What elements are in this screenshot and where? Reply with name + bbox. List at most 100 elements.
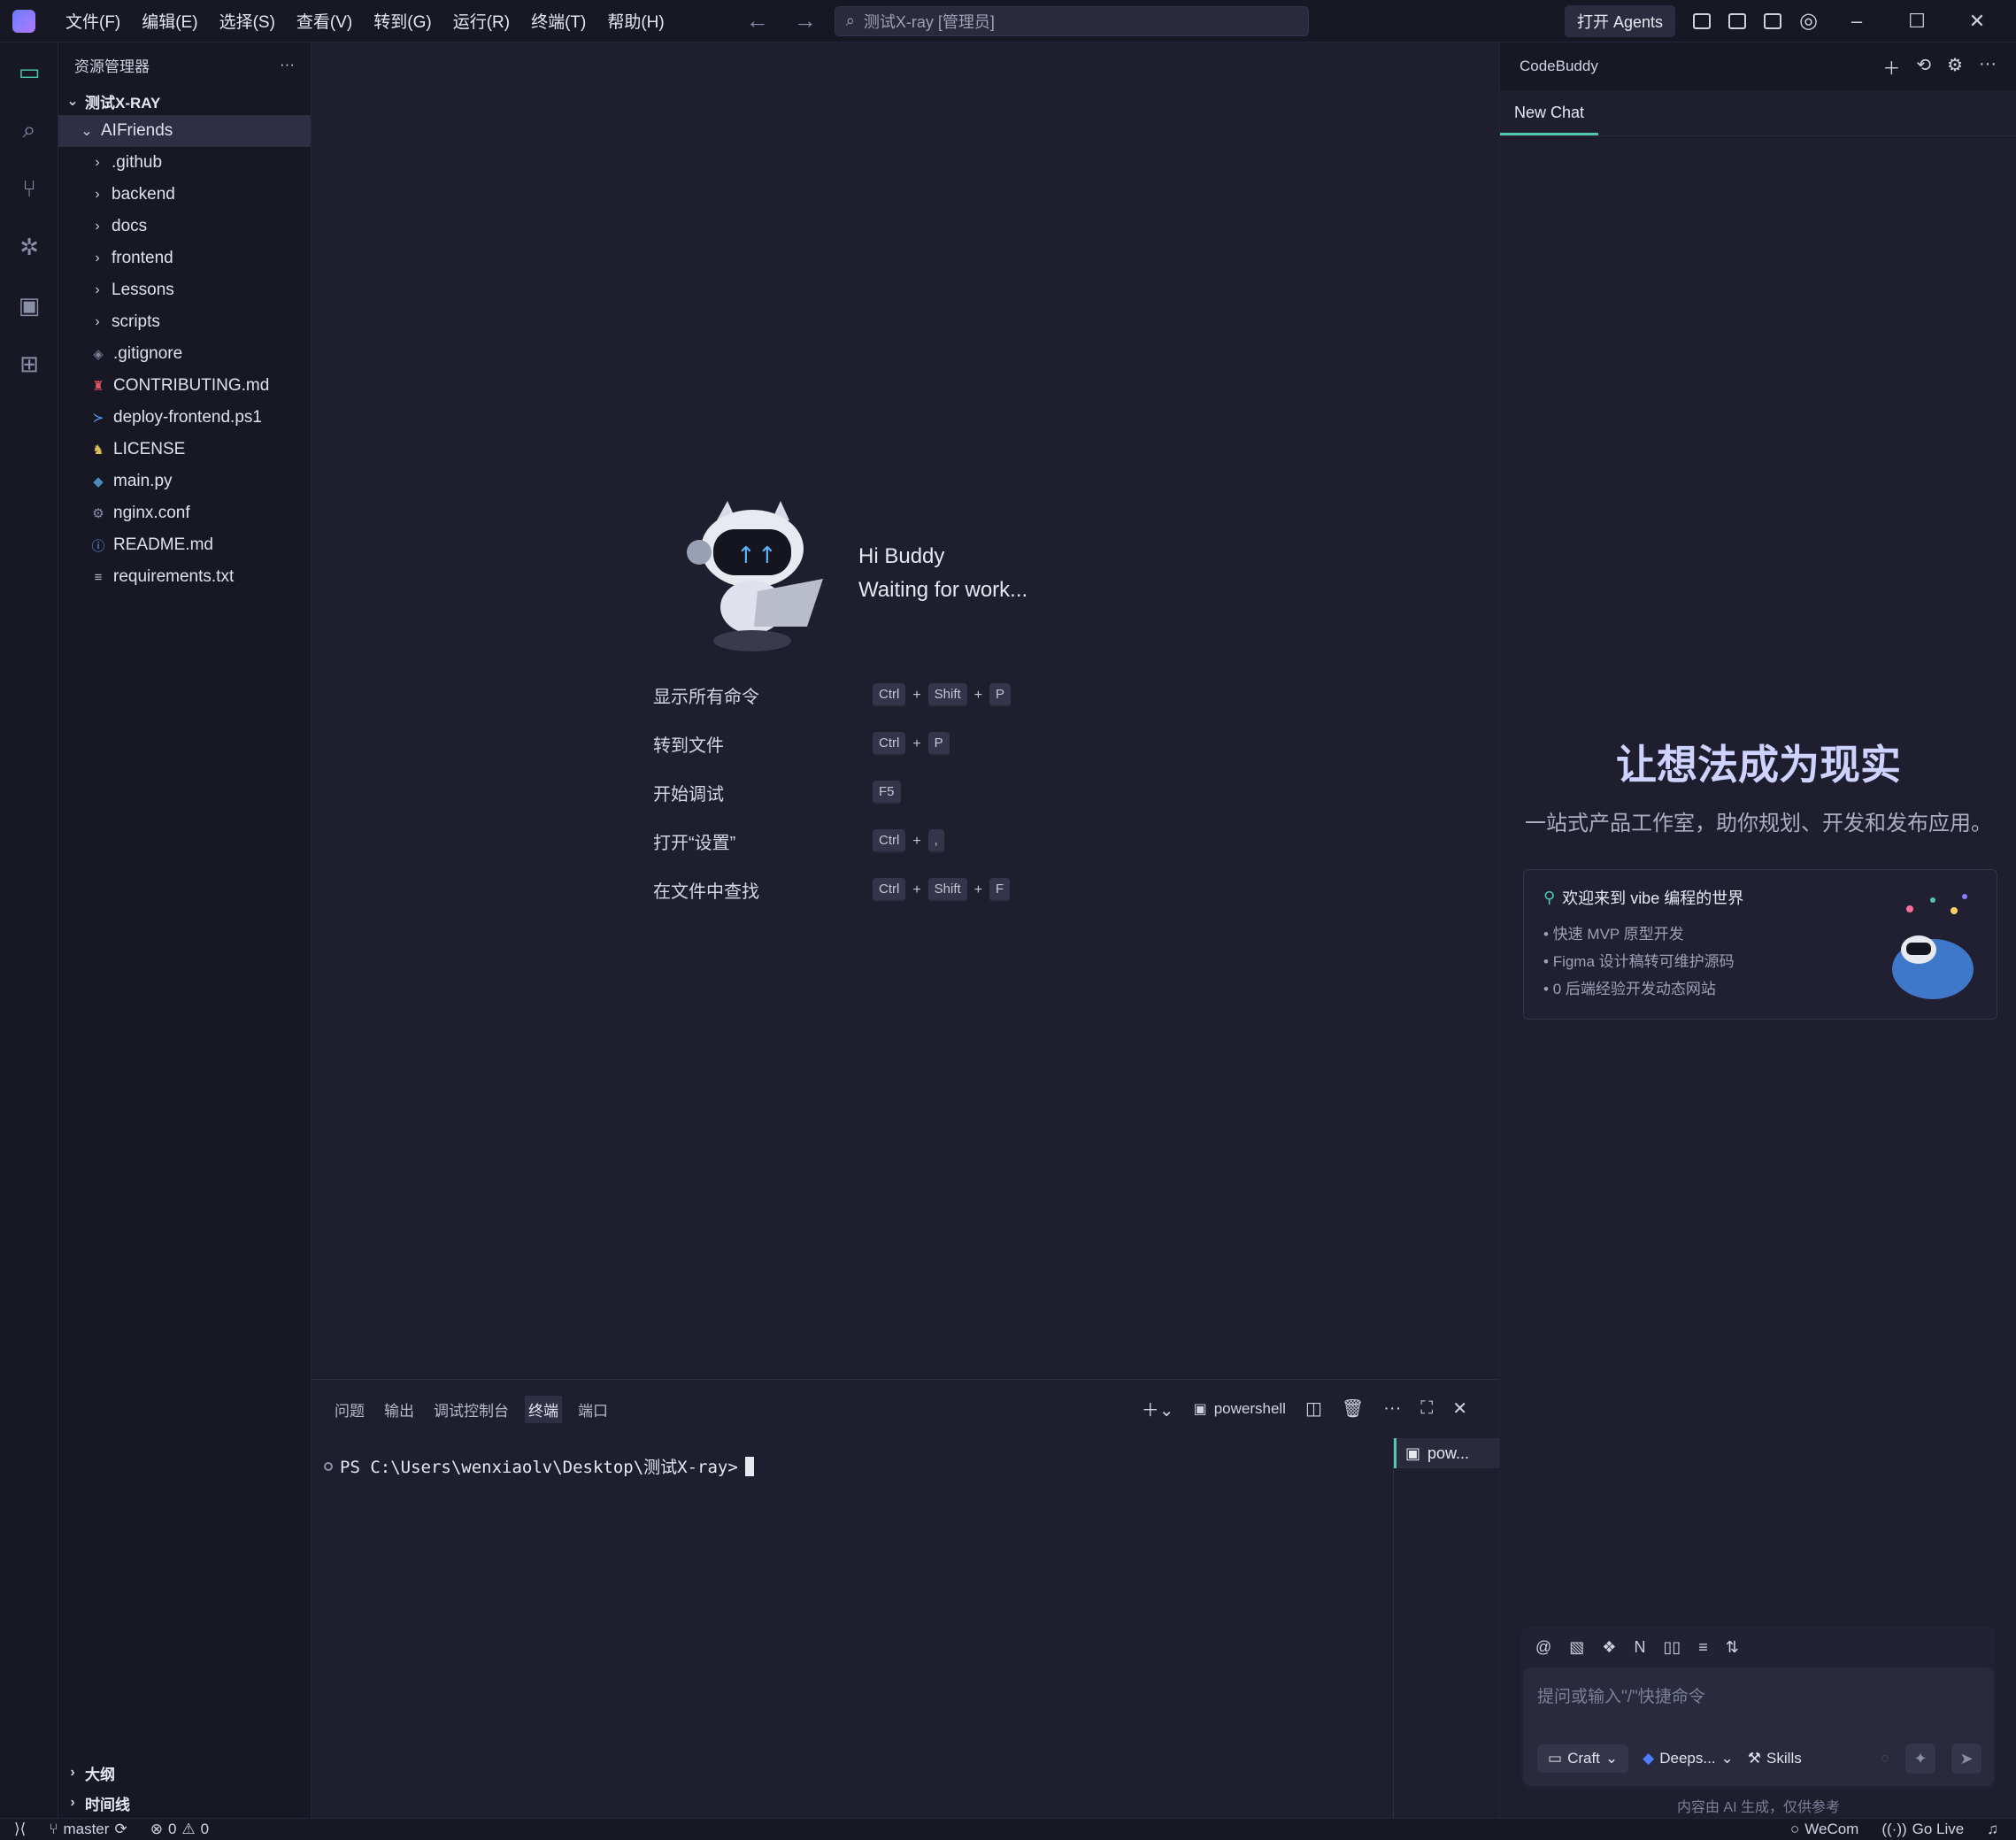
- close-window-icon[interactable]: ✕: [1956, 10, 1998, 33]
- shortcut-row[interactable]: 开始调试 F5: [653, 768, 1149, 817]
- shortcut-label: 在文件中查找: [653, 882, 759, 902]
- vibe-welcome-card[interactable]: ⚲ 欢迎来到 vibe 编程的世界 • 快速 MVP 原型开发 • Figma …: [1523, 869, 1997, 1020]
- menu-selection[interactable]: 选择(S): [209, 9, 286, 33]
- more-actions-icon[interactable]: ···: [1979, 54, 1997, 80]
- tree-folder[interactable]: › backend: [58, 179, 311, 211]
- panel-tab[interactable]: 调试控制台: [430, 1396, 512, 1423]
- more-actions-icon[interactable]: ···: [1383, 1398, 1401, 1419]
- problems-status[interactable]: ⊗ 0 ⚠ 0: [150, 1821, 209, 1838]
- tree-file[interactable]: ◈ .gitignore: [58, 338, 311, 370]
- extensions-icon[interactable]: ⊞: [0, 335, 58, 393]
- shell-name[interactable]: powershell: [1214, 1400, 1286, 1418]
- open-agents-button[interactable]: 打开 Agents: [1565, 4, 1676, 37]
- menu-edit[interactable]: 编辑(E): [131, 9, 208, 33]
- panel-tab[interactable]: 问题: [331, 1396, 368, 1423]
- history-icon[interactable]: ⟲: [1916, 54, 1931, 80]
- more-actions-icon[interactable]: ···: [280, 56, 295, 73]
- settings-gear-icon[interactable]: ⚙: [1947, 54, 1963, 80]
- toggle-sidebar-icon[interactable]: [1693, 12, 1712, 29]
- new-chat-icon[interactable]: ＋: [1882, 54, 1900, 80]
- explorer-header: 资源管理器 ···: [58, 42, 311, 87]
- branch-status[interactable]: ⑂ master ⟳: [49, 1821, 127, 1838]
- menu-help[interactable]: 帮助(H): [596, 9, 674, 33]
- terminal-tab[interactable]: ▣ pow...: [1394, 1438, 1499, 1468]
- kill-terminal-icon[interactable]: 🗑: [1342, 1397, 1364, 1420]
- minimize-icon[interactable]: –: [1835, 10, 1878, 33]
- menu-terminal[interactable]: 终端(T): [520, 9, 596, 33]
- tree-file[interactable]: ≡ requirements.txt: [58, 561, 311, 593]
- timeline-section[interactable]: › 时间线: [58, 1788, 312, 1818]
- tree-item-label: AIFriends: [101, 121, 173, 140]
- back-arrow-icon[interactable]: ←: [746, 7, 769, 35]
- wecom-status[interactable]: ○ WeCom: [1790, 1821, 1858, 1838]
- menu-file[interactable]: 文件(F): [55, 9, 131, 33]
- shortcut-row[interactable]: 打开“设置” Ctrl +,: [653, 817, 1149, 866]
- tree-file[interactable]: ⚙ nginx.conf: [58, 497, 311, 529]
- source-control-icon[interactable]: ⑂: [0, 159, 58, 218]
- run-debug-icon[interactable]: ✲: [0, 218, 58, 276]
- tree-folder[interactable]: › scripts: [58, 306, 311, 338]
- tree-folder[interactable]: › docs: [58, 211, 311, 243]
- tree-file[interactable]: ≻ deploy-frontend.ps1: [58, 402, 311, 434]
- panel-tab[interactable]: 输出: [381, 1396, 418, 1423]
- menu-view[interactable]: 查看(V): [286, 9, 363, 33]
- toggle-panel-icon[interactable]: [1728, 12, 1747, 29]
- panel-tab[interactable]: 端口: [574, 1396, 612, 1423]
- tree-folder-aifriends[interactable]: ⌄ AIFriends: [58, 115, 311, 147]
- mode-select[interactable]: ▭ Craft ⌄: [1537, 1744, 1629, 1773]
- shortcut-row[interactable]: 在文件中查找 Ctrl + Shift + F: [653, 866, 1149, 914]
- figma-icon[interactable]: ❖: [1602, 1638, 1616, 1657]
- image-icon[interactable]: ▧: [1569, 1638, 1584, 1657]
- workspace-root[interactable]: ⌄ 测试X-RAY: [58, 87, 311, 115]
- shortcut-row[interactable]: 显示所有命令 Ctrl + Shift + P: [653, 671, 1149, 720]
- toggle-secondary-sidebar-icon[interactable]: [1764, 12, 1782, 29]
- forward-arrow-icon[interactable]: →: [794, 7, 817, 35]
- mention-icon[interactable]: @: [1535, 1638, 1551, 1657]
- tree-file[interactable]: ♞ LICENSE: [58, 434, 311, 466]
- rules-list-icon[interactable]: ≡: [1698, 1638, 1708, 1657]
- search-view-icon[interactable]: ⌕: [0, 101, 58, 159]
- notion-icon[interactable]: N: [1634, 1638, 1645, 1657]
- split-terminal-icon[interactable]: ◫: [1305, 1397, 1322, 1420]
- explorer-icon[interactable]: ▭: [0, 42, 58, 101]
- terminal-prompt[interactable]: PS C:\Users\wenxiaolv\Desktop\测试X-ray>: [324, 1454, 754, 1478]
- menu-bar: 文件(F) 编辑(E) 选择(S) 查看(V) 转到(G) 运行(R) 终端(T…: [55, 9, 675, 33]
- chat-input-placeholder: 提问或输入"/"快捷命令: [1537, 1688, 1705, 1706]
- remote-explorer-icon[interactable]: ▣: [0, 276, 58, 335]
- menu-run[interactable]: 运行(R): [442, 9, 520, 33]
- panel-tab[interactable]: 终端: [525, 1395, 562, 1423]
- tree-folder[interactable]: › Lessons: [58, 274, 311, 306]
- go-live-button[interactable]: ((·)) Go Live: [1881, 1821, 1964, 1838]
- key-cap: P: [927, 732, 950, 756]
- account-icon[interactable]: ◎: [1799, 8, 1818, 34]
- model-select[interactable]: ◆ Deeps... ⌄: [1643, 1750, 1734, 1767]
- tree-file[interactable]: ⓘ README.md: [58, 529, 311, 561]
- close-panel-icon[interactable]: ✕: [1452, 1397, 1467, 1420]
- tree-file[interactable]: ♜ CONTRIBUTING.md: [58, 370, 311, 402]
- chat-input[interactable]: 提问或输入"/"快捷命令 ▭ Craft ⌄ ◆ Deeps... ⌄ ⚒ Sk…: [1523, 1667, 1994, 1786]
- tab-new-chat[interactable]: New Chat: [1500, 104, 1599, 135]
- chevron-down-icon: ⌄: [81, 124, 93, 139]
- chevron-right-icon: ›: [95, 282, 100, 297]
- tree-file[interactable]: ◆ main.py: [58, 466, 311, 497]
- outline-section[interactable]: › 大纲: [58, 1758, 312, 1788]
- skills-button[interactable]: ⚒ Skills: [1748, 1750, 1802, 1767]
- buddy-beanbag-illustration: [1883, 888, 1975, 1003]
- knowledge-book-icon[interactable]: ▯▯: [1663, 1638, 1681, 1657]
- python-icon: ◆: [93, 474, 104, 489]
- bell-icon[interactable]: ♫: [1987, 1821, 1998, 1838]
- new-terminal-icon[interactable]: ＋⌄: [1142, 1396, 1174, 1421]
- command-center-search[interactable]: ⌕ 测试X-ray [管理员]: [834, 5, 1309, 36]
- enhance-prompt-icon[interactable]: ✦: [1905, 1744, 1935, 1774]
- key-plus: +: [912, 687, 921, 703]
- send-icon[interactable]: ➤: [1951, 1744, 1981, 1774]
- maximize-panel-icon[interactable]: ⛶: [1420, 1398, 1433, 1419]
- remote-icon[interactable]: ⟩⟨: [14, 1821, 26, 1838]
- menu-goto[interactable]: 转到(G): [363, 9, 442, 33]
- terminal-list: ▣ pow...: [1393, 1438, 1499, 1819]
- maximize-icon[interactable]: ☐: [1896, 10, 1938, 33]
- shortcut-row[interactable]: 转到文件 Ctrl + P: [653, 720, 1149, 768]
- tree-folder[interactable]: › frontend: [58, 243, 311, 274]
- prompt-template-icon[interactable]: ⇅: [1726, 1638, 1739, 1657]
- tree-folder[interactable]: › .github: [58, 147, 311, 179]
